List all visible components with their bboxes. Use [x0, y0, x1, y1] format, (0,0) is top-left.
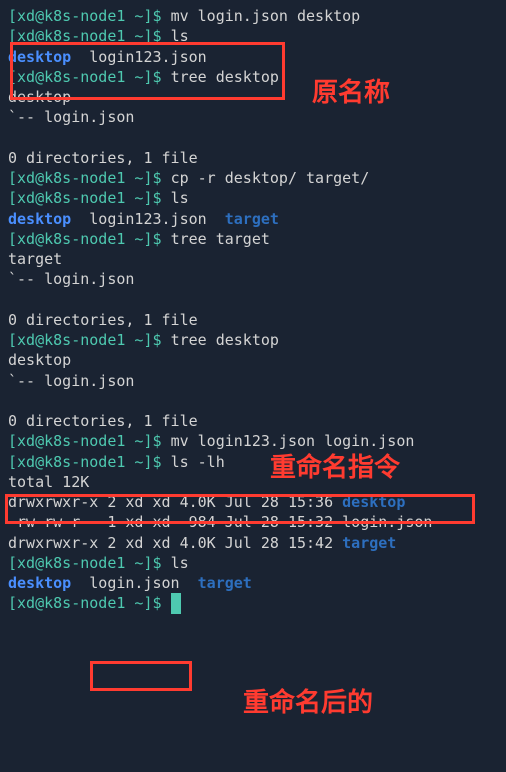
terminal-line: [xd@k8s-node1 ~]$ mv login123.json login… [8, 431, 506, 451]
terminal-line: 0 directories, 1 file [8, 411, 506, 431]
terminal-text: ls [171, 189, 189, 207]
terminal-text: [xd@k8s-node1 ~]$ [8, 230, 171, 248]
terminal-text: tree desktop [171, 68, 279, 86]
terminal-line: total 12K [8, 472, 506, 492]
terminal-text: desktop [8, 574, 71, 592]
terminal-line: -rw-rw-r-- 1 xd xd 984 Jul 28 15:32 logi… [8, 512, 506, 532]
terminal-text: [xd@k8s-node1 ~]$ [8, 189, 171, 207]
terminal-line: desktop [8, 350, 506, 370]
terminal-text: `-- login.json [8, 108, 134, 126]
terminal-line: desktop login123.json [8, 47, 506, 67]
terminal-line [8, 290, 506, 310]
terminal-text: desktop [8, 48, 71, 66]
terminal-line [8, 128, 506, 148]
terminal-text: desktop [8, 88, 71, 106]
terminal-text: target [8, 250, 62, 268]
terminal-line: `-- login.json [8, 371, 506, 391]
terminal-text: mv login.json desktop [171, 7, 361, 25]
terminal-text: tree target [171, 230, 270, 248]
terminal-line: 0 directories, 1 file [8, 310, 506, 330]
terminal-line: [xd@k8s-node1 ~]$ cp -r desktop/ target/ [8, 168, 506, 188]
terminal-line: desktop login.json target [8, 573, 506, 593]
terminal-line: [xd@k8s-node1 ~]$ tree target [8, 229, 506, 249]
terminal-line: drwxrwxr-x 2 xd xd 4.0K Jul 28 15:36 des… [8, 492, 506, 512]
terminal-text: [xd@k8s-node1 ~]$ [8, 169, 171, 187]
terminal-text: total 12K [8, 473, 89, 491]
terminal-line: `-- login.json [8, 107, 506, 127]
terminal-text: desktop [8, 351, 71, 369]
terminal-text: ls [171, 554, 189, 572]
terminal-line: [xd@k8s-node1 ~]$ ls [8, 188, 506, 208]
highlight-box-after-rename [90, 661, 192, 691]
terminal-text: 0 directories, 1 file [8, 311, 198, 329]
terminal-line: [xd@k8s-node1 ~]$ tree desktop [8, 67, 506, 87]
terminal-text: login123.json [71, 48, 206, 66]
terminal-text: 0 directories, 1 file [8, 412, 198, 430]
terminal-text: target [198, 574, 252, 592]
terminal-line: [xd@k8s-node1 ~]$ [8, 593, 506, 613]
terminal-line: desktop [8, 87, 506, 107]
terminal-text: tree desktop [171, 331, 279, 349]
terminal-text: [xd@k8s-node1 ~]$ [8, 27, 171, 45]
terminal-line [8, 391, 506, 411]
terminal-text: 0 directories, 1 file [8, 149, 198, 167]
terminal-text: target [342, 534, 396, 552]
terminal-line: 0 directories, 1 file [8, 148, 506, 168]
terminal-text: ls [171, 27, 189, 45]
terminal-line: `-- login.json [8, 269, 506, 289]
terminal-line: target [8, 249, 506, 269]
terminal-text: login123.json [71, 210, 225, 228]
terminal-line: [xd@k8s-node1 ~]$ mv login.json desktop [8, 6, 506, 26]
terminal-text: login.json [71, 574, 197, 592]
terminal-line: [xd@k8s-node1 ~]$ tree desktop [8, 330, 506, 350]
terminal-text: desktop [8, 210, 71, 228]
terminal-text: ls -lh [171, 453, 225, 471]
terminal-text: [xd@k8s-node1 ~]$ [8, 68, 171, 86]
terminal-text: `-- login.json [8, 372, 134, 390]
terminal-text: [xd@k8s-node1 ~]$ [8, 594, 171, 612]
terminal-text: `-- login.json [8, 270, 134, 288]
terminal-text: drwxrwxr-x 2 xd xd 4.0K Jul 28 15:42 [8, 534, 342, 552]
terminal-text: desktop [342, 493, 405, 511]
cursor-icon [171, 593, 181, 613]
terminal-text [8, 129, 17, 147]
annotation-after-rename: 重命名后的 [243, 685, 373, 720]
terminal-line: drwxrwxr-x 2 xd xd 4.0K Jul 28 15:42 tar… [8, 533, 506, 553]
terminal-line: desktop login123.json target [8, 209, 506, 229]
terminal-text [8, 392, 17, 410]
terminal-text: [xd@k8s-node1 ~]$ [8, 453, 171, 471]
terminal-text: drwxrwxr-x 2 xd xd 4.0K Jul 28 15:36 [8, 493, 342, 511]
terminal-text: -rw-rw-r-- 1 xd xd 984 Jul 28 15:32 logi… [8, 513, 432, 531]
terminal-text: [xd@k8s-node1 ~]$ [8, 331, 171, 349]
terminal-text [8, 291, 17, 309]
terminal-output: [xd@k8s-node1 ~]$ mv login.json desktop[… [8, 6, 506, 614]
terminal-text: [xd@k8s-node1 ~]$ [8, 7, 171, 25]
terminal-text: [xd@k8s-node1 ~]$ [8, 554, 171, 572]
terminal-line: [xd@k8s-node1 ~]$ ls [8, 553, 506, 573]
terminal-text: target [225, 210, 279, 228]
terminal-text: mv login123.json login.json [171, 432, 415, 450]
terminal-text: cp -r desktop/ target/ [171, 169, 370, 187]
terminal-text: [xd@k8s-node1 ~]$ [8, 432, 171, 450]
terminal-line: [xd@k8s-node1 ~]$ ls -lh [8, 452, 506, 472]
terminal-line: [xd@k8s-node1 ~]$ ls [8, 26, 506, 46]
